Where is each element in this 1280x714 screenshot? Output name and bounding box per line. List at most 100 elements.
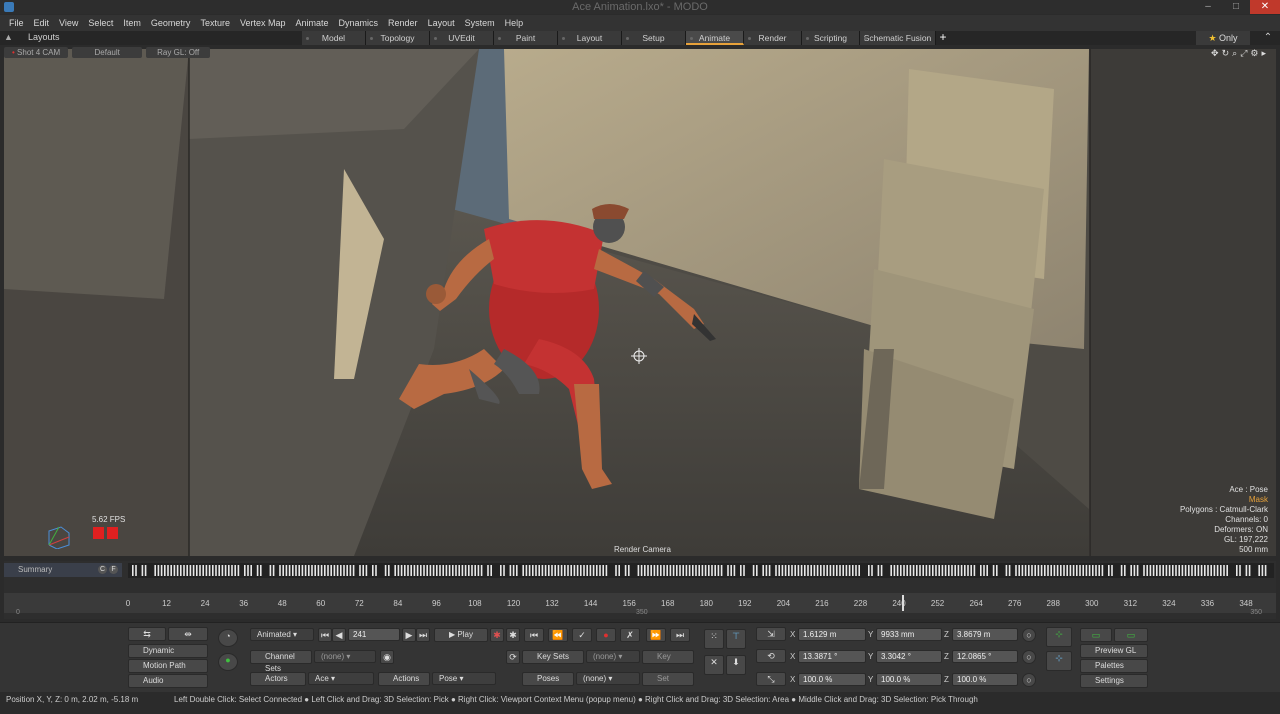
- timeline[interactable]: Summary C F 0 350 350 0 12 24 36 48 60 72 84 96 1…: [4, 561, 1276, 619]
- transform-gizmo-icon[interactable]: ⊹: [1046, 627, 1072, 647]
- audio-button[interactable]: Audio: [128, 674, 208, 688]
- clear-icon[interactable]: ✕: [704, 655, 724, 675]
- tab-uvedit[interactable]: UVEdit: [430, 31, 494, 45]
- tab-animate[interactable]: Animate: [686, 31, 744, 45]
- key-sets-icon[interactable]: ⟳: [506, 650, 520, 664]
- animation-mode-dropdown[interactable]: Animated ▾: [250, 628, 314, 641]
- scale-key-icon[interactable]: ⤡: [756, 672, 786, 686]
- menu-help[interactable]: Help: [500, 15, 529, 31]
- summary-track[interactable]: Summary C F: [4, 563, 122, 577]
- record-toggle-icon[interactable]: ●: [218, 653, 238, 671]
- menu-texture[interactable]: Texture: [195, 15, 235, 31]
- filter-toggle-icon[interactable]: F: [109, 565, 118, 574]
- pivot-gizmo-icon[interactable]: ⊹: [1046, 651, 1072, 671]
- tab-setup[interactable]: Setup: [622, 31, 686, 45]
- rot-reset-icon[interactable]: ○: [1022, 650, 1036, 664]
- viewport-menu-icon[interactable]: ▸: [1261, 48, 1266, 59]
- menu-file[interactable]: File: [4, 15, 29, 31]
- viewport-settings-icon[interactable]: ⚙: [1250, 48, 1258, 59]
- drop-icon[interactable]: ⬇: [726, 655, 746, 675]
- channels-toggle-icon[interactable]: C: [98, 565, 107, 574]
- shading-style-button[interactable]: Default: [72, 47, 143, 58]
- rotation-key-icon[interactable]: ⟲: [756, 649, 786, 663]
- motion-path-button[interactable]: Motion Path: [128, 659, 208, 673]
- keyframe-track[interactable]: [128, 563, 1274, 578]
- prev-key-icon[interactable]: ⏮: [524, 628, 544, 642]
- preview-gl-button[interactable]: Preview GL: [1080, 644, 1148, 658]
- channel-sets-button[interactable]: Channel Sets: [250, 650, 312, 673]
- settings-button[interactable]: Settings: [1080, 674, 1148, 688]
- ray-gl-button[interactable]: Ray GL: Off: [146, 47, 211, 58]
- layout-toggle-b-icon[interactable]: ▭: [1114, 628, 1148, 642]
- pos-reset-icon[interactable]: ○: [1022, 628, 1036, 642]
- scl-z-field[interactable]: 100.0 %: [952, 673, 1018, 686]
- layouts-toggle-icon[interactable]: ▲: [4, 32, 18, 44]
- key-range-icon[interactable]: ⇹: [168, 627, 208, 641]
- key-sets-button[interactable]: Key Sets: [522, 650, 584, 664]
- key-selected-icon[interactable]: ✱: [506, 628, 520, 642]
- actors-button[interactable]: Actors: [250, 672, 306, 686]
- hierarchy-icon[interactable]: ⊤: [726, 629, 746, 649]
- add-tab-icon[interactable]: +: [936, 31, 950, 45]
- actions-button[interactable]: Actions: [378, 672, 430, 686]
- rot-x-field[interactable]: 13.3871 °: [798, 650, 866, 663]
- menu-item[interactable]: Item: [118, 15, 146, 31]
- tab-scripting[interactable]: Scripting: [802, 31, 860, 45]
- next-frame-icon[interactable]: ▶: [402, 628, 416, 642]
- set-pose-button[interactable]: Set: [642, 672, 694, 686]
- pos-y-field[interactable]: 9933 mm: [876, 628, 942, 641]
- poses-button[interactable]: Poses: [522, 672, 574, 686]
- maximize-view-icon[interactable]: ⤢: [1240, 48, 1247, 59]
- 3d-viewport[interactable]: 5.62 FPS Render Camera Ace : Pose Mask P…: [4, 49, 1276, 556]
- position-key-icon[interactable]: ⇲: [756, 627, 786, 641]
- tab-topology[interactable]: Topology: [366, 31, 430, 45]
- layout-toggle-a-icon[interactable]: ▭: [1080, 628, 1112, 642]
- zoom-view-icon[interactable]: ⌕: [1232, 48, 1237, 59]
- collapse-icon[interactable]: ⌃: [1254, 31, 1280, 45]
- scl-y-field[interactable]: 100.0 %: [876, 673, 942, 686]
- first-frame-icon[interactable]: ⏮: [318, 628, 332, 642]
- tab-render[interactable]: Render: [744, 31, 802, 45]
- step-fwd-key-icon[interactable]: ⏩: [646, 628, 666, 642]
- pos-z-field[interactable]: 3.8679 m: [952, 628, 1018, 641]
- tab-schematic-fusion[interactable]: Schematic Fusion: [860, 31, 936, 45]
- camera-button[interactable]: • Shot 4 CAM: [4, 47, 69, 58]
- dynamic-parenting-button[interactable]: Dynamic Parenting: [128, 644, 208, 667]
- key-button[interactable]: Key: [642, 650, 694, 664]
- delete-key-icon[interactable]: ✗: [620, 628, 640, 642]
- rot-z-field[interactable]: 12.0865 °: [952, 650, 1018, 663]
- channel-sets-add-icon[interactable]: ◉: [380, 650, 394, 664]
- play-button[interactable]: ▶ Play: [434, 628, 488, 642]
- last-frame-icon[interactable]: ⏭: [416, 628, 430, 642]
- auto-key-icon[interactable]: ◔: [218, 629, 238, 647]
- set-key-icon[interactable]: ✓: [572, 628, 592, 642]
- keypad-icon[interactable]: ⁙: [704, 629, 724, 649]
- only-button[interactable]: ★ Only: [1196, 31, 1250, 45]
- scl-reset-icon[interactable]: ○: [1022, 673, 1036, 687]
- action-dropdown[interactable]: Pose ▾: [432, 672, 496, 685]
- actor-dropdown[interactable]: Ace ▾: [308, 672, 374, 685]
- step-back-key-icon[interactable]: ⏪: [548, 628, 568, 642]
- scl-x-field[interactable]: 100.0 %: [798, 673, 866, 686]
- frame-ruler[interactable]: 0 350 350 0 12 24 36 48 60 72 84 96 108 120 132 144 1…: [4, 593, 1276, 616]
- next-key-icon[interactable]: ⏭: [670, 628, 690, 642]
- tab-paint[interactable]: Paint: [494, 31, 558, 45]
- menu-animate[interactable]: Animate: [290, 15, 333, 31]
- move-view-icon[interactable]: ✥: [1211, 48, 1219, 59]
- key-all-icon[interactable]: ✱: [490, 628, 504, 642]
- prev-frame-icon[interactable]: ◀: [332, 628, 346, 642]
- rot-y-field[interactable]: 3.3042 °: [876, 650, 942, 663]
- maximize-icon[interactable]: □: [1222, 0, 1250, 14]
- current-frame-field[interactable]: 241: [348, 628, 400, 641]
- menu-geometry[interactable]: Geometry: [146, 15, 196, 31]
- menu-dynamics[interactable]: Dynamics: [334, 15, 384, 31]
- close-icon[interactable]: ✕: [1250, 0, 1280, 14]
- pos-x-field[interactable]: 1.6129 m: [798, 628, 866, 641]
- pose-dropdown[interactable]: (none) ▾: [576, 672, 640, 685]
- minimize-icon[interactable]: –: [1194, 0, 1222, 14]
- tab-layout[interactable]: Layout: [558, 31, 622, 45]
- key-filter-icon[interactable]: ⇆: [128, 627, 166, 641]
- rotate-view-icon[interactable]: ↻: [1222, 48, 1230, 59]
- menu-edit[interactable]: Edit: [29, 15, 55, 31]
- key-sets-dropdown[interactable]: (none) ▾: [586, 650, 640, 663]
